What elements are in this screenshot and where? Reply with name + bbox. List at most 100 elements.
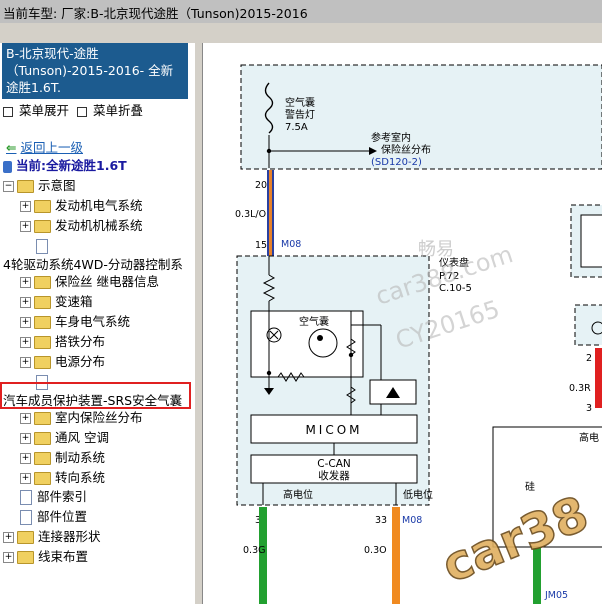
selection-highlight bbox=[0, 382, 191, 409]
tree-item-ground[interactable]: + 搭铁分布 bbox=[20, 333, 105, 351]
tree-item-label: 转向系统 bbox=[55, 470, 106, 485]
document-icon bbox=[36, 239, 48, 254]
folder-icon bbox=[34, 452, 51, 465]
tree-item-label: 搭铁分布 bbox=[55, 334, 106, 349]
right-inner-box bbox=[580, 214, 602, 268]
folder-icon bbox=[34, 276, 51, 289]
collapse-icon bbox=[77, 106, 87, 117]
fuse-label-1: 空气囊 bbox=[285, 96, 315, 109]
tree-item-steering[interactable]: + 转向系统 bbox=[20, 469, 105, 487]
tree-item-hvac[interactable]: + 通风 空调 bbox=[20, 429, 109, 447]
tree-item-diagram[interactable]: − 示意图 bbox=[3, 177, 76, 195]
folder-icon bbox=[34, 220, 51, 233]
tree-item-4wd[interactable]: 4轮驱动系统4WD-分动器控制系 bbox=[3, 256, 183, 274]
expand-node-icon[interactable]: + bbox=[20, 337, 31, 348]
tree-item-transmission[interactable]: + 变速箱 bbox=[20, 293, 93, 311]
window-title: 当前车型: 厂家:B-北京现代途胜（Tunson)2015-2016 bbox=[3, 6, 308, 21]
tree-item-document[interactable] bbox=[36, 237, 53, 255]
sidebar: B-北京现代-途胜（Tunson)-2015-2016- 全新途胜1.6T. 菜… bbox=[0, 43, 194, 604]
connector-jm05: JM05 bbox=[544, 590, 568, 601]
micom-label: MICOM bbox=[305, 423, 362, 437]
expand-node-icon[interactable]: + bbox=[3, 532, 14, 543]
collapse-all-button[interactable]: 菜单折叠 bbox=[77, 102, 143, 120]
toolbar-strip bbox=[0, 23, 602, 43]
expand-all-label: 菜单展开 bbox=[19, 103, 70, 118]
tree-item-label: 4轮驱动系统4WD-分动器控制系 bbox=[3, 257, 183, 272]
tree-item-label: 发动机机械系统 bbox=[55, 218, 143, 233]
wiring-diagram: 空气囊 警告灯 7.5A 参考室内 保险丝分布 (SD120-2) 20 0.3… bbox=[203, 43, 602, 604]
expand-node-icon[interactable]: + bbox=[20, 221, 31, 232]
wire-label-o: 0.3O bbox=[364, 545, 387, 556]
folder-icon bbox=[34, 356, 51, 369]
expand-node-icon[interactable]: + bbox=[3, 552, 14, 563]
watermark-text: 畅易 bbox=[418, 239, 454, 260]
folder-icon bbox=[34, 200, 51, 213]
expand-node-icon[interactable]: + bbox=[20, 297, 31, 308]
expand-node-icon[interactable]: + bbox=[20, 277, 31, 288]
pin-15: 15 bbox=[255, 240, 267, 251]
back-link[interactable]: ⇐ 返回上一级 bbox=[6, 139, 83, 157]
tree-item-label: 发动机电气系统 bbox=[55, 198, 143, 213]
expand-icon bbox=[3, 106, 13, 117]
tree-item-interior-fuse[interactable]: + 室内保险丝分布 bbox=[20, 409, 143, 427]
tree-item-label: 车身电气系统 bbox=[55, 314, 131, 329]
tree-item-part-location[interactable]: 部件位置 bbox=[20, 508, 87, 526]
can-low-label: 低电位 bbox=[403, 488, 433, 501]
wire-label-lo: 0.3L/O bbox=[235, 209, 266, 220]
tree-item-label: 保险丝 继电器信息 bbox=[55, 274, 159, 289]
collapse-node-icon[interactable]: − bbox=[3, 181, 14, 192]
window-titlebar: 当前车型: 厂家:B-北京现代途胜（Tunson)2015-2016 bbox=[0, 0, 602, 24]
tree-item-connector-shape[interactable]: + 连接器形状 bbox=[3, 528, 101, 546]
folder-icon bbox=[17, 551, 34, 564]
folder-icon bbox=[34, 316, 51, 329]
tree-item-body-electrical[interactable]: + 车身电气系统 bbox=[20, 313, 130, 331]
pin-3: 3 bbox=[586, 403, 592, 414]
tree-item-label: 制动系统 bbox=[55, 450, 106, 465]
tree-item-label: 示意图 bbox=[38, 178, 76, 193]
expand-node-icon[interactable]: + bbox=[20, 201, 31, 212]
wire-orange bbox=[392, 507, 400, 604]
sidebar-header: B-北京现代-途胜（Tunson)-2015-2016- 全新途胜1.6T. bbox=[2, 43, 188, 99]
folder-icon bbox=[34, 432, 51, 445]
tree-item-engine-mechanical[interactable]: + 发动机机械系统 bbox=[20, 217, 143, 235]
tree-item-part-index[interactable]: 部件索引 bbox=[20, 488, 87, 506]
current-model-label: 当前:全新途胜1.6T bbox=[16, 158, 127, 173]
fuse-rating: 7.5A bbox=[285, 122, 308, 133]
tree-item-power[interactable]: + 电源分布 bbox=[20, 353, 105, 371]
expand-node-icon[interactable]: + bbox=[20, 413, 31, 424]
folder-icon bbox=[17, 180, 34, 193]
airbag-label: 空气囊 bbox=[299, 315, 329, 328]
collapse-all-label: 菜单折叠 bbox=[93, 103, 144, 118]
expand-node-icon[interactable]: + bbox=[20, 433, 31, 444]
airbag-icon-head bbox=[317, 335, 323, 341]
pin-33: 33 bbox=[375, 515, 387, 526]
tree-item-label: 电源分布 bbox=[55, 354, 106, 369]
expand-all-button[interactable]: 菜单展开 bbox=[3, 102, 69, 120]
document-icon bbox=[20, 510, 32, 525]
ref-code: (SD120-2) bbox=[371, 157, 422, 168]
pane-splitter[interactable] bbox=[194, 43, 203, 604]
tree-item-label: 部件索引 bbox=[37, 489, 88, 504]
tree-item-brake[interactable]: + 制动系统 bbox=[20, 449, 105, 467]
can-high-label: 高电位 bbox=[283, 488, 313, 501]
expand-node-icon[interactable]: + bbox=[20, 357, 31, 368]
tree-item-label: 室内保险丝分布 bbox=[55, 410, 143, 425]
pin-2: 2 bbox=[586, 353, 592, 364]
tree-item-harness-layout[interactable]: + 线束布置 bbox=[3, 548, 88, 566]
expand-node-icon[interactable]: + bbox=[20, 317, 31, 328]
tree-item-fuse-relay[interactable]: + 保险丝 继电器信息 bbox=[20, 273, 159, 291]
expand-node-icon[interactable]: + bbox=[20, 453, 31, 464]
folder-icon bbox=[17, 531, 34, 544]
expand-node-icon[interactable]: + bbox=[20, 473, 31, 484]
tree-item-label: 通风 空调 bbox=[55, 430, 109, 445]
folder-icon bbox=[34, 412, 51, 425]
tree-item-engine-electrical[interactable]: + 发动机电气系统 bbox=[20, 197, 143, 215]
right-high-label: 高电 bbox=[579, 431, 599, 444]
back-arrow-icon: ⇐ bbox=[6, 140, 17, 155]
tree-item-label: 线束布置 bbox=[38, 549, 89, 564]
ref-label-1: 参考室内 bbox=[371, 131, 411, 144]
wire-red bbox=[595, 348, 602, 408]
ccan-label-2: 收发器 bbox=[318, 469, 350, 482]
folder-icon bbox=[34, 472, 51, 485]
wire-label-r: 0.3R bbox=[569, 383, 591, 394]
